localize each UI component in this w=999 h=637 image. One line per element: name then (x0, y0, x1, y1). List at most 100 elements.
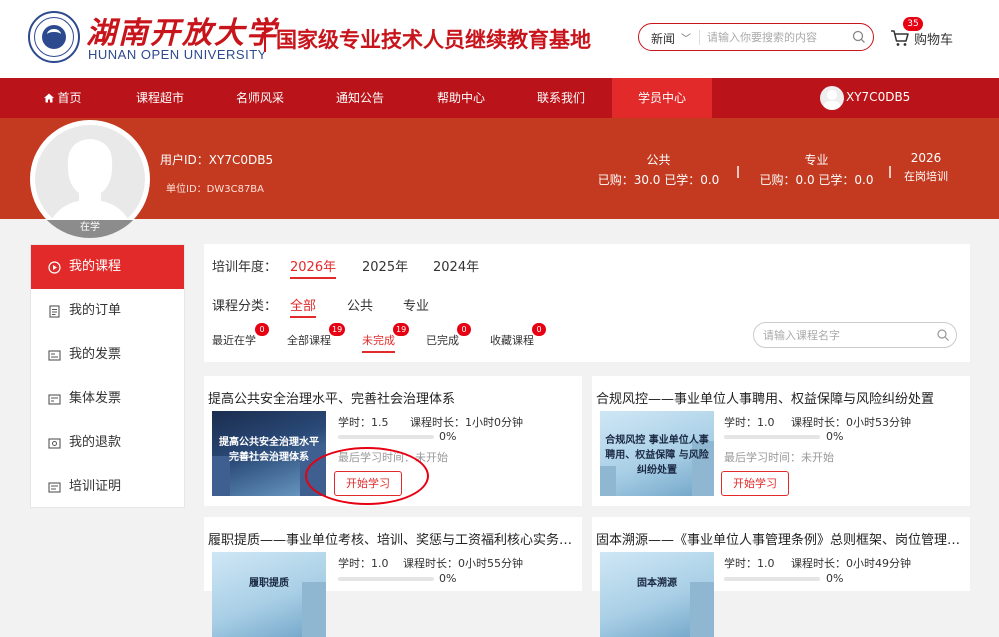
sidebar-item-my-orders[interactable]: 我的订单 (31, 289, 184, 333)
year-filter-label: 培训年度： (212, 260, 278, 275)
nav-item-help[interactable]: 帮助中心 (427, 78, 495, 118)
course-filters: 培训年度： 2026年 2025年 2024年 课程分类： 全部 公共 专业 最… (204, 244, 970, 362)
nav-label[interactable]: 首页 (57, 91, 81, 105)
course-thumbnail[interactable]: 合规风控 事业单位人事聘用、权益保障 与风险纠纷处置 (600, 411, 714, 496)
home-icon[interactable] (44, 93, 55, 103)
unit-id-text: 单位ID：DW3C87BA (166, 184, 265, 195)
nav-item-teachers[interactable]: 名师风采 (226, 78, 294, 118)
site-header: 湖南开放大学 HUNAN OPEN UNIVERSITY 国家级专业技术人员继续… (0, 0, 999, 78)
sidebar-item-label[interactable]: 我的课程 (69, 245, 121, 289)
course-card: 提高公共安全治理水平、完善社会治理体系 提高公共安全治理水平 完善社会治理体系 … (204, 376, 582, 506)
sidebar: 我的课程 我的订单 我的发票 集体发票 我的退款 培训证明 (30, 244, 185, 508)
thumbnail-caption: 合规风控 事业单位人事聘用、权益保障 与风险纠纷处置 (605, 435, 709, 476)
start-study-button[interactable]: 开始学习 (721, 471, 789, 496)
course-duration: 课程时长：0小时53分钟 (791, 416, 911, 429)
count-badge: 0 (457, 323, 471, 336)
category-option[interactable]: 公共 (347, 295, 373, 314)
last-study-time: 最后学习时间：未开始 (724, 451, 834, 464)
year-option[interactable]: 2024年 (433, 256, 479, 275)
logo-text-en: HUNAN OPEN UNIVERSITY (88, 47, 267, 62)
stat-title: 公共 (646, 153, 671, 167)
course-title[interactable]: 固本溯源——《事业单位人事管理条例》总则框架、岗位管理与… (596, 529, 964, 548)
category-option[interactable]: 全部 (290, 295, 317, 318)
status-tab-all[interactable]: 全部课程 19 (287, 323, 346, 348)
avatar[interactable] (820, 86, 844, 110)
start-study-button[interactable]: 开始学习 (334, 471, 402, 496)
course-duration: 课程时长：0小时55分钟 (403, 557, 523, 570)
course-title[interactable]: 提高公共安全治理水平、完善社会治理体系 (208, 388, 576, 407)
logo-text-cn[interactable]: 湖南开放大学 (86, 8, 278, 52)
count-badge: 0 (255, 323, 269, 336)
study-status-label: 在学 (30, 220, 150, 238)
sidebar-item-label[interactable]: 我的发票 (69, 333, 121, 377)
nav-username[interactable]: XY7C0DB5 (846, 90, 910, 104)
status-tab-label[interactable]: 未完成 (362, 334, 395, 347)
sidebar-item-label[interactable]: 我的退款 (69, 421, 121, 465)
progress-bar (338, 577, 434, 581)
course-thumbnail[interactable]: 履职提质 (212, 552, 326, 637)
cart-label[interactable]: 购物车 (914, 29, 953, 48)
search-icon[interactable] (936, 328, 950, 342)
year-option[interactable]: 2026年 (290, 256, 337, 279)
nav-item-contact[interactable]: 联系我们 (527, 78, 595, 118)
sidebar-item-group-invoices[interactable]: 集体发票 (31, 377, 184, 421)
progress-percent: 0% (439, 572, 457, 585)
status-tab-label[interactable]: 全部课程 (287, 334, 331, 347)
course-title[interactable]: 履职提质——事业单位考核、培训、奖惩与工资福利核心实务解读 (208, 529, 576, 548)
chevron-down-icon[interactable]: ﹀ (681, 30, 691, 45)
status-tab-favorites[interactable]: 收藏课程 0 (490, 323, 546, 348)
thumbnail-caption: 固本溯源 (637, 578, 677, 589)
cart-icon[interactable] (890, 28, 910, 48)
stat-value: 已购：30.0 已学：0.0 (597, 173, 720, 187)
sidebar-item-my-invoices[interactable]: 我的发票 (31, 333, 184, 377)
course-thumbnail[interactable]: 固本溯源 (600, 552, 714, 637)
refund-icon (48, 438, 61, 449)
course-card: 履职提质——事业单位考核、培训、奖惩与工资福利核心实务解读 履职提质 学时：1.… (204, 517, 582, 637)
status-tab-label[interactable]: 最近在学 (212, 334, 256, 347)
order-list-icon (49, 305, 60, 318)
play-circle-icon (48, 261, 61, 274)
course-title[interactable]: 合规风控——事业单位人事聘用、权益保障与风险纠纷处置 (596, 388, 964, 407)
profile-avatar[interactable]: 在学 (30, 120, 150, 238)
sidebar-item-label[interactable]: 培训证明 (69, 465, 121, 509)
university-emblem-icon[interactable] (28, 11, 80, 63)
invoice-icon (48, 350, 61, 361)
progress-percent: 0% (439, 430, 457, 443)
progress-bar (338, 435, 434, 439)
search-category-select[interactable]: 新闻 (651, 30, 675, 47)
stat-divider (737, 166, 739, 178)
stat-value: 在岗培训 (904, 170, 948, 183)
status-tab-incomplete[interactable]: 未完成 19 (362, 323, 410, 353)
course-duration: 课程时长：1小时0分钟 (410, 416, 523, 429)
status-tab-completed[interactable]: 已完成 0 (426, 323, 471, 348)
year-option[interactable]: 2025年 (362, 256, 408, 275)
certificate-icon (48, 482, 61, 493)
sidebar-item-my-courses[interactable]: 我的课程 (31, 245, 184, 289)
nav-item-home[interactable]: 首页 (30, 78, 96, 118)
status-tab-label[interactable]: 收藏课程 (490, 334, 534, 347)
nav-item-course-market[interactable]: 课程超市 (126, 78, 194, 118)
course-thumbnail[interactable]: 提高公共安全治理水平 完善社会治理体系 (212, 411, 326, 496)
category-option[interactable]: 专业 (403, 295, 429, 314)
main-nav: 首页 课程超市 名师风采 通知公告 帮助中心 联系我们 学员中心 XY7C0DB… (0, 78, 999, 118)
progress-percent: 0% (826, 572, 844, 585)
sidebar-item-my-refunds[interactable]: 我的退款 (31, 421, 184, 465)
sidebar-item-label[interactable]: 我的订单 (69, 289, 121, 333)
count-badge: 19 (329, 323, 346, 336)
sidebar-item-label[interactable]: 集体发票 (69, 377, 121, 421)
course-hours: 学时：1.0 (724, 416, 775, 429)
course-search (753, 322, 957, 348)
header-slogan: 国家级专业技术人员继续教育基地 (276, 28, 591, 52)
site-search-input[interactable] (707, 27, 847, 47)
course-search-input[interactable] (763, 326, 931, 344)
site-search: 新闻 ﹀ (638, 23, 874, 51)
sidebar-item-training-certificate[interactable]: 培训证明 (31, 465, 184, 509)
nav-item-student-center[interactable]: 学员中心 (612, 78, 712, 118)
category-filter-label: 课程分类： (212, 299, 278, 314)
status-tab-label[interactable]: 已完成 (426, 334, 459, 347)
nav-item-notices[interactable]: 通知公告 (326, 78, 394, 118)
status-tab-recent[interactable]: 最近在学 0 (212, 323, 269, 348)
search-icon[interactable] (851, 29, 867, 45)
stat-professional: 专业 已购：0.0 已学：0.0 (755, 151, 878, 188)
cart-button[interactable]: 35 购物车 (890, 17, 970, 51)
